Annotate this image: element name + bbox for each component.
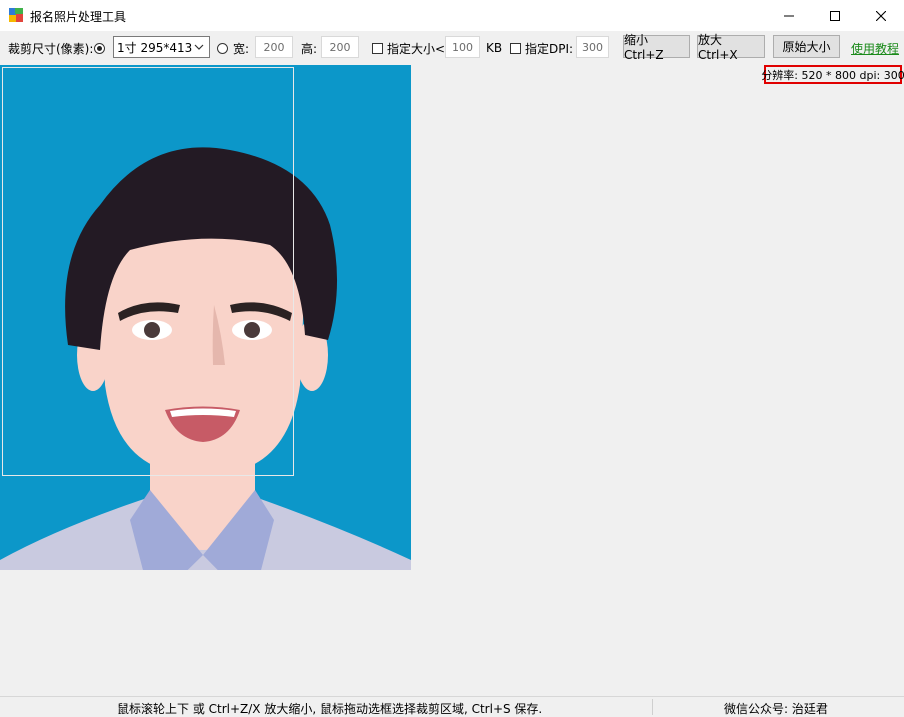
title-bar: 报名照片处理工具 (0, 0, 904, 31)
dpi-checkbox[interactable] (510, 42, 521, 54)
minimize-button[interactable] (766, 0, 812, 31)
status-separator (652, 699, 653, 715)
tutorial-link[interactable]: 使用教程 (851, 40, 899, 57)
size-limit-checkbox[interactable] (372, 42, 383, 54)
width-label: 宽: (233, 41, 250, 56)
resolution-info: 分辨率: 520 * 800 dpi: 300 (761, 65, 904, 84)
width-input[interactable]: 200 (255, 36, 293, 58)
dpi-label: 指定DPI: (525, 41, 574, 56)
status-hint: 鼠标滚轮上下 或 Ctrl+Z/X 放大缩小, 鼠标拖动选框选择裁剪区域, Ct… (117, 702, 543, 716)
minimize-icon (784, 15, 794, 16)
height-input[interactable]: 200 (321, 36, 359, 58)
window-title: 报名照片处理工具 (30, 10, 127, 24)
toolbar: 裁剪尺寸(像素): 1寸 295*413 宽: 200 高: 200 指定大小<… (0, 31, 904, 65)
crop-selection-box[interactable] (2, 67, 294, 476)
status-bar: 鼠标滚轮上下 或 Ctrl+Z/X 放大缩小, 鼠标拖动选框选择裁剪区域, Ct… (0, 696, 904, 717)
close-button[interactable] (858, 0, 904, 31)
preset-radio[interactable] (94, 42, 105, 54)
maximize-button[interactable] (812, 0, 858, 31)
zoom-in-button[interactable]: 放大 Ctrl+X (697, 33, 765, 62)
preset-selected: 1寸 295*413 (117, 40, 193, 55)
image-canvas[interactable]: 分辨率: 520 * 800 dpi: 300 (0, 65, 904, 696)
maximize-icon (830, 10, 840, 21)
app-icon (9, 8, 23, 22)
crop-size-label: 裁剪尺寸(像素): (8, 41, 94, 56)
preset-select[interactable]: 1寸 295*413 (113, 36, 210, 58)
size-limit-label: 指定大小< (387, 41, 446, 56)
dpi-input[interactable]: 300 (576, 36, 609, 58)
status-wechat: 微信公众号: 治廷君 (724, 702, 828, 716)
zoom-out-button[interactable]: 缩小 Ctrl+Z (623, 33, 690, 62)
size-limit-input[interactable]: 100 (445, 36, 480, 58)
chevron-down-icon (194, 44, 204, 50)
original-size-button[interactable]: 原始大小 (773, 35, 840, 58)
size-unit-label: KB (486, 41, 503, 55)
close-icon (876, 10, 886, 21)
custom-size-radio[interactable] (217, 42, 228, 54)
height-label: 高: (301, 41, 318, 56)
